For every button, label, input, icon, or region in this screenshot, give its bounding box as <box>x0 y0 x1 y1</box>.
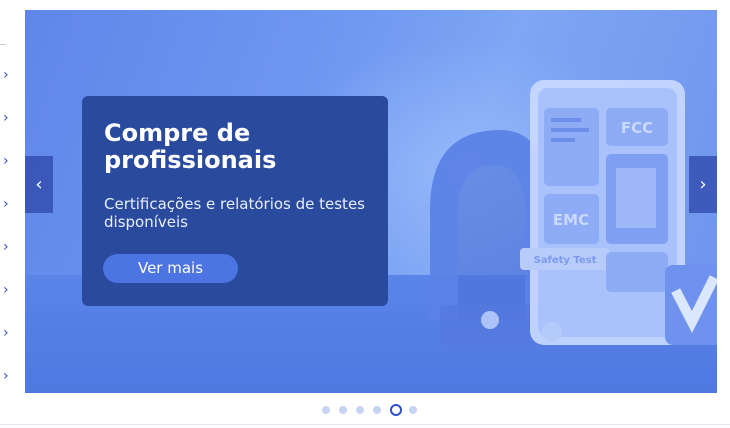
safety-test-label: Safety Test <box>534 255 597 266</box>
sidebar-divider <box>0 44 6 45</box>
hero-banner[interactable]: FCC EMC Safety Test Compre de profission… <box>25 10 717 393</box>
sidebar-chevron-icon[interactable]: › <box>3 197 13 211</box>
chevron-right-icon: › <box>699 174 707 195</box>
sidebar-chevron-icon[interactable]: › <box>3 326 13 340</box>
carousel-dot[interactable] <box>409 406 417 414</box>
sidebar-chevron-icon[interactable]: › <box>3 111 13 125</box>
carousel-dot[interactable] <box>322 406 330 414</box>
fcc-label: FCC <box>621 119 653 137</box>
sidebar-chevron-icon[interactable]: › <box>3 240 13 254</box>
carousel-dot-active[interactable] <box>390 404 402 416</box>
divider <box>0 424 730 425</box>
sidebar-chevron-icon[interactable]: › <box>3 68 13 82</box>
emc-label: EMC <box>553 211 589 229</box>
ver-mais-button[interactable]: Ver mais <box>103 254 238 283</box>
carousel-prev-button[interactable]: ‹ <box>25 156 53 213</box>
sidebar-chevron-icon[interactable]: › <box>3 283 13 297</box>
carousel-dot[interactable] <box>339 406 347 414</box>
carousel-dot[interactable] <box>356 406 364 414</box>
carousel-next-button[interactable]: › <box>689 156 717 213</box>
promo-title: Compre de profissionais <box>104 119 277 174</box>
sidebar-chevron-icon[interactable]: › <box>3 154 13 168</box>
promo-card: Compre de profissionais Certificações e … <box>82 96 388 306</box>
promo-subtitle: Certificações e relatórios de testes dis… <box>104 195 365 231</box>
category-sidebar: › › › › › › › › <box>0 0 24 428</box>
certification-illustration: FCC EMC Safety Test <box>430 80 717 345</box>
chevron-left-icon: ‹ <box>35 174 43 195</box>
carousel-dot[interactable] <box>373 406 381 414</box>
sidebar-chevron-icon[interactable]: › <box>3 369 13 383</box>
